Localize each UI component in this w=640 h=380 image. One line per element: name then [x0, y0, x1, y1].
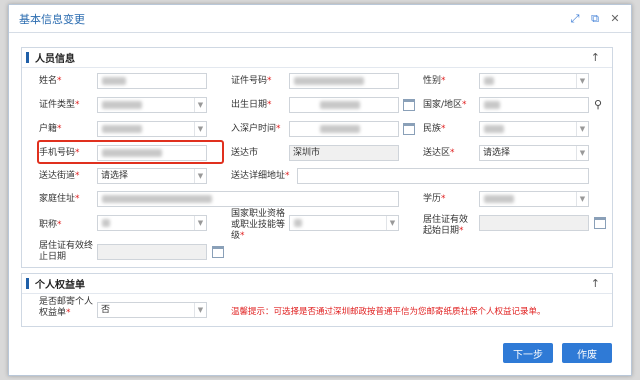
title-tools: ⤢ ⧉ ✕	[569, 13, 621, 25]
calendar-icon[interactable]	[403, 99, 415, 111]
hukou-select[interactable]: ▼	[97, 121, 207, 137]
collapse-arrow-icon[interactable]: ↑	[591, 51, 600, 64]
permit-start-field[interactable]	[479, 215, 589, 231]
dialog-titlebar: 基本信息变更	[9, 5, 631, 33]
send-district-select[interactable]: 请选择 ▼	[479, 145, 589, 161]
mail-rights-select[interactable]: 否 ▼	[97, 302, 207, 318]
cancel-button[interactable]: 作废	[562, 343, 612, 363]
phone-label: 手机号码*	[39, 148, 80, 158]
id-number-label: 证件号码*	[231, 76, 272, 86]
collapse-arrow-icon[interactable]: ↑	[591, 277, 600, 290]
send-district-label: 送达区*	[423, 148, 455, 158]
permit-end-label: 居住证有效终止日期	[39, 241, 94, 262]
dialog-title: 基本信息变更	[19, 12, 85, 26]
fullscreen-icon[interactable]: ⤢	[569, 13, 581, 25]
name-label: 姓名*	[39, 76, 62, 86]
name-field[interactable]	[97, 73, 207, 89]
send-district-value: 请选择	[483, 148, 511, 158]
send-street-label: 送达街道*	[39, 171, 80, 181]
hukou-label: 户籍*	[39, 124, 62, 134]
arrive-date-field[interactable]	[289, 121, 399, 137]
send-street-select[interactable]: 请选择 ▼	[97, 168, 207, 184]
chevron-down-icon: ▼	[194, 98, 206, 112]
section-header: 人员信息	[22, 48, 612, 68]
title-rank-label: 职称*	[39, 220, 62, 230]
education-label: 学历*	[423, 194, 446, 204]
send-address-field[interactable]	[297, 168, 589, 184]
permit-end-field[interactable]	[97, 244, 207, 260]
gender-select[interactable]: ▼	[479, 73, 589, 89]
arrive-date-label: 入深户时间*	[231, 124, 281, 134]
section-title: 人员信息	[35, 54, 75, 65]
id-number-field[interactable]	[289, 73, 399, 89]
country-label: 国家/地区*	[423, 100, 467, 110]
rights-section: 个人权益单 ↑	[21, 273, 613, 327]
calendar-icon[interactable]	[594, 217, 606, 229]
send-address-label: 送达详细地址*	[231, 171, 290, 181]
home-address-label: 家庭住址*	[39, 194, 80, 204]
chevron-down-icon: ▼	[194, 169, 206, 183]
ethnic-label: 民族*	[423, 124, 446, 134]
section-marker	[26, 52, 29, 63]
section-title: 个人权益单	[35, 280, 85, 291]
phone-field[interactable]	[97, 145, 207, 161]
id-type-label: 证件类型*	[39, 100, 80, 110]
chevron-down-icon: ▼	[576, 122, 588, 136]
title-rank-select[interactable]: ▼	[97, 215, 207, 231]
section-marker	[26, 278, 29, 289]
send-city-field: 深圳市	[289, 145, 399, 161]
search-icon[interactable]: ⚲	[594, 99, 606, 111]
next-button[interactable]: 下一步	[503, 343, 553, 363]
calendar-icon[interactable]	[403, 123, 415, 135]
home-address-field[interactable]	[97, 191, 399, 207]
qualification-select[interactable]: ▼	[289, 215, 399, 231]
birth-date-label: 出生日期*	[231, 100, 272, 110]
gender-label: 性别*	[423, 76, 446, 86]
send-city-label: 送达市	[231, 148, 259, 158]
send-city-value: 深圳市	[293, 148, 321, 158]
chevron-down-icon: ▼	[386, 216, 398, 230]
close-icon[interactable]: ✕	[609, 13, 621, 25]
warm-tip: 温馨提示：可选择是否通过深圳邮政按普通平信为您邮寄纸质社保个人权益记录单。	[231, 307, 546, 317]
chevron-down-icon: ▼	[576, 146, 588, 160]
chevron-down-icon: ▼	[194, 122, 206, 136]
mail-rights-label: 是否邮寄个人权益单*	[39, 297, 94, 318]
calendar-icon[interactable]	[212, 246, 224, 258]
education-select[interactable]: ▼	[479, 191, 589, 207]
ethnic-select[interactable]: ▼	[479, 121, 589, 137]
chevron-down-icon: ▼	[194, 303, 206, 317]
qualification-label: 国家职业资格或职业技能等级*	[231, 209, 286, 241]
change-info-dialog: 基本信息变更 ⤢ ⧉ ✕ 人员信息 ↑ 姓名* 证件号码* 性别* ▼ 证件类型…	[8, 4, 632, 376]
id-type-select[interactable]: ▼	[97, 97, 207, 113]
country-field[interactable]	[479, 97, 589, 113]
send-street-value: 请选择	[101, 171, 129, 181]
chevron-down-icon: ▼	[194, 216, 206, 230]
popout-icon[interactable]: ⧉	[589, 13, 601, 25]
chevron-down-icon: ▼	[576, 74, 588, 88]
permit-start-label: 居住证有效起始日期*	[423, 215, 469, 236]
chevron-down-icon: ▼	[576, 192, 588, 206]
section-header: 个人权益单	[22, 274, 612, 294]
birth-date-field[interactable]	[289, 97, 399, 113]
mail-rights-value: 否	[101, 305, 111, 315]
